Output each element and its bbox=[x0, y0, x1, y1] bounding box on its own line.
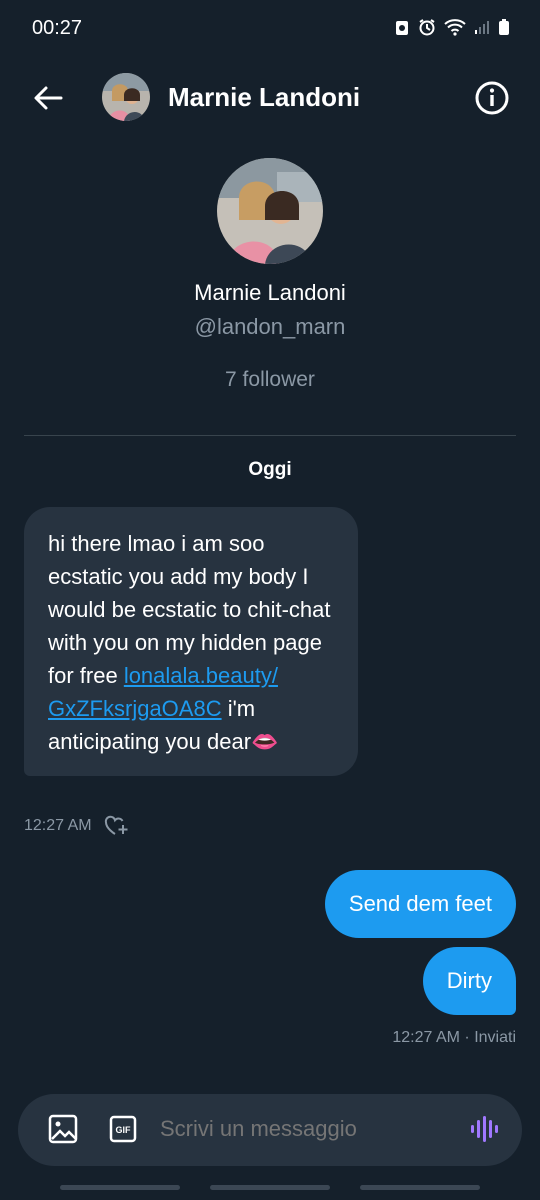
header-avatar[interactable] bbox=[102, 73, 150, 121]
image-icon[interactable] bbox=[48, 1114, 78, 1144]
profile-card[interactable]: Marnie Landoni @landon_marn 7 follower bbox=[0, 158, 540, 392]
outgoing-message[interactable]: Dirty bbox=[422, 947, 516, 1015]
status-time: 00:27 bbox=[32, 17, 83, 39]
voice-message-icon[interactable] bbox=[470, 1114, 498, 1144]
conversation-header: Marnie Landoni bbox=[0, 58, 540, 138]
svg-text:GIF: GIF bbox=[116, 1125, 132, 1135]
info-button[interactable] bbox=[474, 80, 510, 116]
divider bbox=[24, 435, 516, 436]
back-button[interactable] bbox=[30, 80, 66, 116]
profile-avatar[interactable] bbox=[217, 158, 323, 264]
day-label: Oggi bbox=[248, 459, 292, 480]
incoming-message[interactable]: hi there lmao i am soo ecstatic you add … bbox=[24, 507, 358, 776]
info-icon bbox=[475, 81, 509, 115]
nav-back[interactable] bbox=[360, 1185, 480, 1190]
recycle-icon bbox=[396, 21, 408, 35]
profile-followers: 7 follower bbox=[225, 368, 315, 391]
profile-handle: @landon_marn bbox=[194, 314, 346, 339]
incoming-meta: 12:27 AM bbox=[24, 815, 130, 837]
alarm-icon bbox=[419, 19, 435, 36]
status-icons bbox=[394, 18, 510, 36]
outgoing-message[interactable]: Send dem feet bbox=[324, 870, 516, 938]
lips-emoji: 👄 bbox=[251, 729, 279, 754]
profile-name: Marnie Landoni bbox=[194, 280, 346, 305]
arrow-left-icon bbox=[34, 86, 63, 110]
gif-icon[interactable]: GIF bbox=[109, 1115, 137, 1143]
nav-recents[interactable] bbox=[60, 1185, 180, 1190]
message-composer: GIF bbox=[18, 1094, 522, 1166]
system-nav-bar bbox=[0, 1185, 540, 1190]
add-reaction-icon[interactable] bbox=[104, 815, 130, 837]
wifi-icon bbox=[444, 19, 466, 36]
nav-home[interactable] bbox=[210, 1185, 330, 1190]
outgoing-meta: 12:27 AM · Inviati bbox=[392, 1029, 516, 1046]
message-input[interactable] bbox=[160, 1116, 440, 1142]
battery-icon bbox=[499, 19, 509, 35]
message-time: 12:27 AM bbox=[24, 817, 92, 834]
status-bar: 00:27 bbox=[0, 0, 540, 58]
signal-icon bbox=[475, 21, 489, 34]
header-title[interactable]: Marnie Landoni bbox=[168, 82, 360, 113]
